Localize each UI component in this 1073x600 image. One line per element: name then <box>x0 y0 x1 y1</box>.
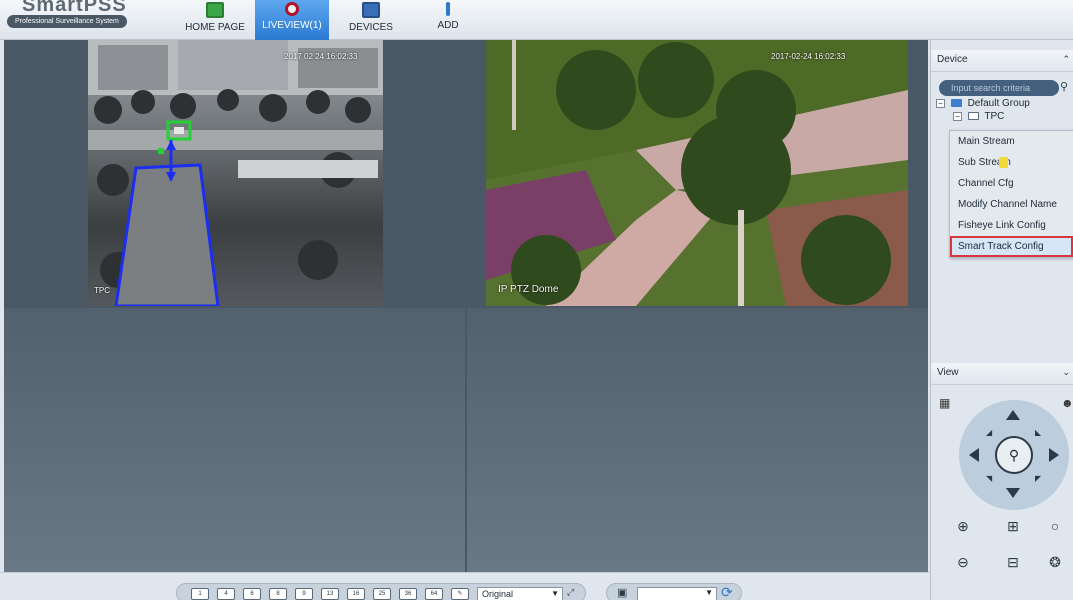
tab-home-page[interactable]: HOME PAGE <box>180 0 250 40</box>
ptz-control-panel: ▦ ☻ ◢ ◣ ◥ ◤ ⚲ ⊕ ⊞ ○ ⊖ ⊟ ❂ <box>931 388 1073 600</box>
zoom-in-icon[interactable]: ⊕ <box>951 518 975 538</box>
thermal-scene <box>88 40 383 306</box>
tab-liveview[interactable]: LIVEVIEW(1) <box>255 0 329 40</box>
device-search-input[interactable]: Input search criteria <box>939 80 1059 96</box>
video-cell-1[interactable]: 2017 02 24 16:02:33 TPC <box>4 40 465 306</box>
layout-25-button[interactable]: 25 <box>373 588 391 600</box>
tree-node-tpc[interactable]: − TPC <box>953 111 1004 122</box>
device-panel-header[interactable]: Device ⌃ <box>931 50 1073 72</box>
view-panel-title: View <box>937 367 959 378</box>
plus-icon <box>446 2 450 16</box>
tab-label: ADD <box>437 20 459 31</box>
arrow-up-right-icon[interactable]: ◣ <box>1035 428 1041 437</box>
layout-64-button[interactable]: 64 <box>425 588 443 600</box>
channel-name: TPC <box>94 286 110 295</box>
layout-selector: 1 4 6 8 9 13 16 25 36 64 ✎ Original ▼ ⤢ <box>176 583 586 600</box>
grid-layout-icon[interactable]: ▦ <box>939 396 950 410</box>
menu-item-modify-channel-name[interactable]: Modify Channel Name <box>950 194 1073 215</box>
search-icon[interactable]: ⚲ <box>1060 80 1072 94</box>
stream-controls: ▣ ▼ ⟳ <box>606 583 742 600</box>
device-panel-title: Device <box>937 54 968 65</box>
menu-item-sub-stream[interactable]: Sub Stream <box>950 152 1073 173</box>
context-menu: Main Stream Sub Stream Channel Cfg Modif… <box>949 130 1073 258</box>
arrow-up-icon[interactable] <box>1006 410 1020 420</box>
video-timestamp: 2017 02 24 16:02:33 <box>284 52 358 61</box>
video-grid: 2017 02 24 16:02:33 TPC 2017-02-24 16:02… <box>4 40 928 572</box>
ptz-video-feed: 2017-02-24 16:02:33 IP PTZ Dome <box>486 40 908 306</box>
focus-near-icon[interactable]: ⊞ <box>1001 518 1025 538</box>
layout-36-button[interactable]: 36 <box>399 588 417 600</box>
video-cell-4[interactable] <box>467 308 928 572</box>
tab-label: DEVICES <box>349 22 393 33</box>
arrow-right-icon[interactable] <box>1049 448 1059 462</box>
mouse-cursor-icon <box>999 157 1008 168</box>
dropdown-arrow-icon: ▼ <box>705 588 713 597</box>
tab-label: LIVEVIEW(1) <box>262 20 322 31</box>
video-cell-2[interactable]: 2017-02-24 16:02:33 IP PTZ Dome <box>467 40 928 306</box>
layout-4-button[interactable]: 4 <box>217 588 235 600</box>
fullscreen-icon[interactable]: ⤢ <box>567 587 574 598</box>
view-panel-header[interactable]: View ⌄ <box>931 363 1073 385</box>
device-icon <box>967 112 979 121</box>
ptz-center-zoom-icon[interactable]: ⚲ <box>995 436 1033 474</box>
menu-item-fisheye-link-config[interactable]: Fisheye Link Config <box>950 215 1073 236</box>
arrow-down-right-icon[interactable]: ◤ <box>1035 474 1041 483</box>
smartpss-window: SmartPSS Professional Surveillance Syste… <box>0 0 1073 600</box>
arrow-left-icon[interactable] <box>969 448 979 462</box>
layout-13-button[interactable]: 13 <box>321 588 339 600</box>
collapse-icon[interactable]: − <box>936 98 945 108</box>
tab-label: HOME PAGE <box>185 22 245 33</box>
ptz-scene <box>486 40 908 306</box>
person-icon[interactable]: ☻ <box>1061 396 1073 410</box>
tab-devices[interactable]: DEVICES <box>336 0 406 40</box>
stream-select[interactable]: ▼ <box>637 587 717 600</box>
video-timestamp: 2017-02-24 16:02:33 <box>771 52 846 61</box>
menu-item-smart-track-config[interactable]: Smart Track Config <box>950 236 1073 257</box>
home-icon <box>206 2 224 18</box>
ptz-direction-ring: ◢ ◣ ◥ ◤ ⚲ <box>959 400 1069 510</box>
save-icon[interactable]: ▣ <box>617 586 627 599</box>
layout-16-button[interactable]: 16 <box>347 588 365 600</box>
iris-open-icon[interactable]: ○ <box>1043 518 1067 538</box>
app-subtitle: Professional Surveillance System <box>7 15 127 28</box>
aspect-ratio-select[interactable]: Original ▼ <box>477 587 563 600</box>
custom-layout-icon[interactable]: ✎ <box>451 588 469 600</box>
menu-item-main-stream[interactable]: Main Stream <box>950 131 1073 152</box>
video-cell-3[interactable] <box>4 308 465 572</box>
channel-name: IP PTZ Dome <box>498 284 559 295</box>
chevron-up-icon[interactable]: ⌃ <box>1062 54 1070 65</box>
right-panel: Device ⌃ Input search criteria ⚲ − Defau… <box>930 40 1073 600</box>
layout-9-button[interactable]: 9 <box>295 588 313 600</box>
focus-far-icon[interactable]: ⊟ <box>1001 554 1025 574</box>
folder-icon <box>950 99 962 108</box>
bottom-toolbar: 1 4 6 8 9 13 16 25 36 64 ✎ Original ▼ ⤢ … <box>0 572 930 600</box>
aspect-ratio-value: Original <box>482 589 514 599</box>
tab-add[interactable]: ADD <box>418 0 478 40</box>
refresh-icon[interactable]: ⟳ <box>721 584 733 600</box>
arrow-down-left-icon[interactable]: ◥ <box>986 474 992 483</box>
menu-item-channel-cfg[interactable]: Channel Cfg <box>950 173 1073 194</box>
layout-1-button[interactable]: 1 <box>191 588 209 600</box>
tree-node-label: TPC <box>984 111 1005 122</box>
tree-node-default-group[interactable]: − Default Group <box>936 98 1030 109</box>
arrow-up-left-icon[interactable]: ◢ <box>986 428 992 437</box>
monitor-icon <box>362 2 380 18</box>
top-bar: SmartPSS Professional Surveillance Syste… <box>0 0 1073 40</box>
zoom-out-icon[interactable]: ⊖ <box>951 554 975 574</box>
tree-node-label: Default Group <box>967 98 1030 109</box>
thermal-video-feed: 2017 02 24 16:02:33 TPC <box>88 40 383 306</box>
record-icon <box>285 2 299 16</box>
iris-close-icon[interactable]: ❂ <box>1043 554 1067 574</box>
layout-8-button[interactable]: 8 <box>269 588 287 600</box>
arrow-down-icon[interactable] <box>1006 488 1020 498</box>
dropdown-arrow-icon: ▼ <box>551 589 559 598</box>
collapse-icon[interactable]: − <box>953 111 962 121</box>
chevron-down-icon[interactable]: ⌄ <box>1062 367 1070 378</box>
layout-6-button[interactable]: 6 <box>243 588 261 600</box>
